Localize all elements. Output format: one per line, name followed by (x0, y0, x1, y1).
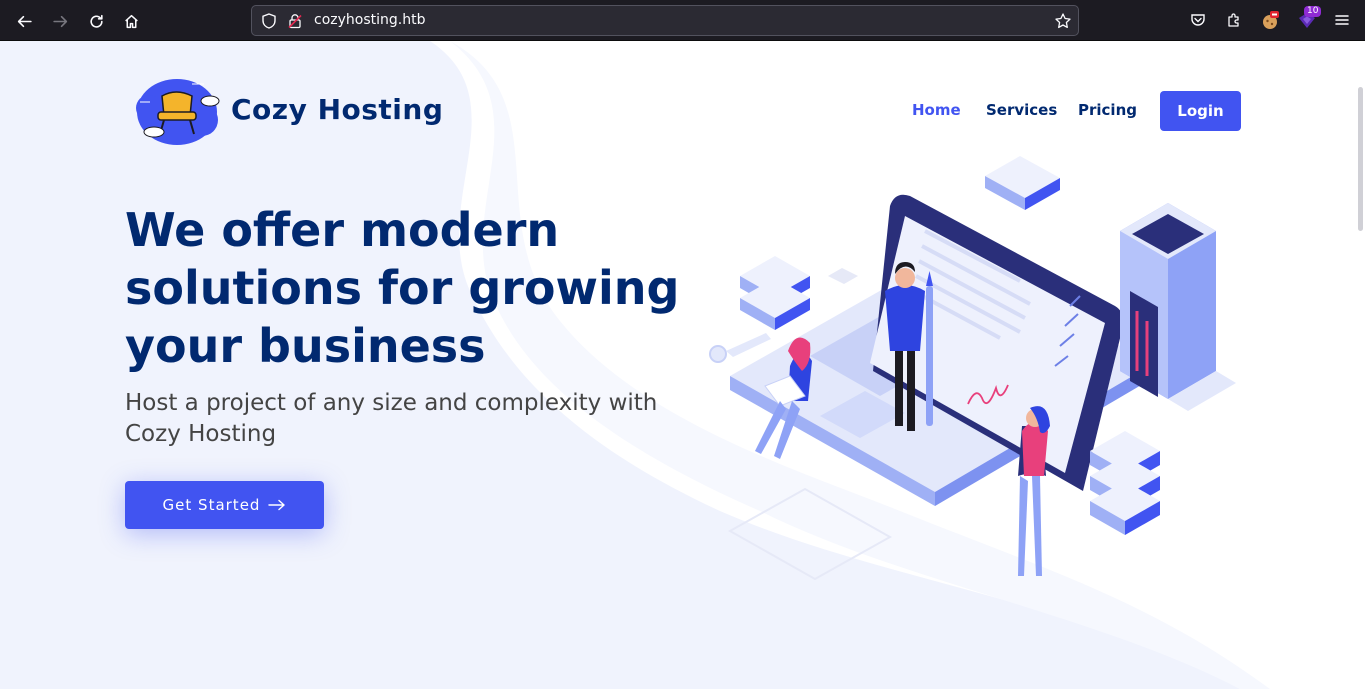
woman-right-figure (1018, 406, 1050, 576)
pocket-button[interactable] (1187, 9, 1209, 31)
nav-pricing-link[interactable]: Pricing (1078, 101, 1137, 119)
headline-line-3: your business (125, 319, 486, 373)
menu-button[interactable] (1331, 9, 1353, 31)
get-started-button[interactable]: Get Started (125, 481, 324, 529)
hero-headline: We offer modern solutions for growing yo… (125, 201, 685, 375)
pocket-icon (1191, 14, 1205, 26)
bookmark-star-icon[interactable] (1054, 12, 1072, 30)
cozy-hosting-logo[interactable] (132, 74, 222, 148)
reload-button[interactable] (83, 8, 109, 34)
cookie-editor-icon (1263, 11, 1279, 29)
headline-line-1: We offer modern (125, 203, 560, 257)
back-button[interactable] (11, 8, 37, 34)
nav-services-link[interactable]: Services (986, 101, 1057, 119)
shield-icon[interactable] (260, 12, 278, 30)
forward-arrow-icon (52, 15, 67, 27)
puzzle-icon (1228, 13, 1239, 27)
web-page: Cozy Hosting Home Services Pricing Login… (0, 41, 1365, 689)
reload-icon (89, 14, 103, 28)
home-button[interactable] (118, 8, 144, 34)
forward-button[interactable] (47, 8, 73, 34)
back-arrow-icon (17, 15, 32, 27)
hero-subheadline: Host a project of any size and complexit… (125, 388, 685, 450)
insecure-lock-icon[interactable] (286, 12, 304, 30)
extension-badge: 10 (1304, 6, 1322, 17)
subline-line-1: Host a project of any size and complexit… (125, 390, 658, 416)
nav-home-link[interactable]: Home (912, 101, 961, 119)
browser-toolbar: cozyhosting.htb 10 (0, 0, 1365, 41)
extensions-button[interactable] (1223, 9, 1245, 31)
url-bar[interactable]: cozyhosting.htb (251, 5, 1079, 36)
headline-line-2: solutions for growing (125, 261, 680, 315)
cookie-extension-button[interactable] (1259, 9, 1281, 31)
page-scrollbar[interactable] (1358, 87, 1363, 231)
home-icon (124, 14, 138, 28)
hero-illustration (709, 156, 1236, 581)
brand-name[interactable]: Cozy Hosting (231, 93, 443, 126)
server-stack-right (1090, 431, 1160, 535)
server-top (985, 156, 1060, 210)
subline-line-2: Cozy Hosting (125, 421, 277, 447)
get-started-label: Get Started (162, 496, 261, 514)
hamburger-menu-icon (1335, 15, 1349, 25)
url-text[interactable]: cozyhosting.htb (314, 6, 425, 35)
login-button[interactable]: Login (1160, 91, 1241, 131)
server-stack-left (740, 256, 810, 330)
arrow-right-icon (268, 499, 286, 511)
